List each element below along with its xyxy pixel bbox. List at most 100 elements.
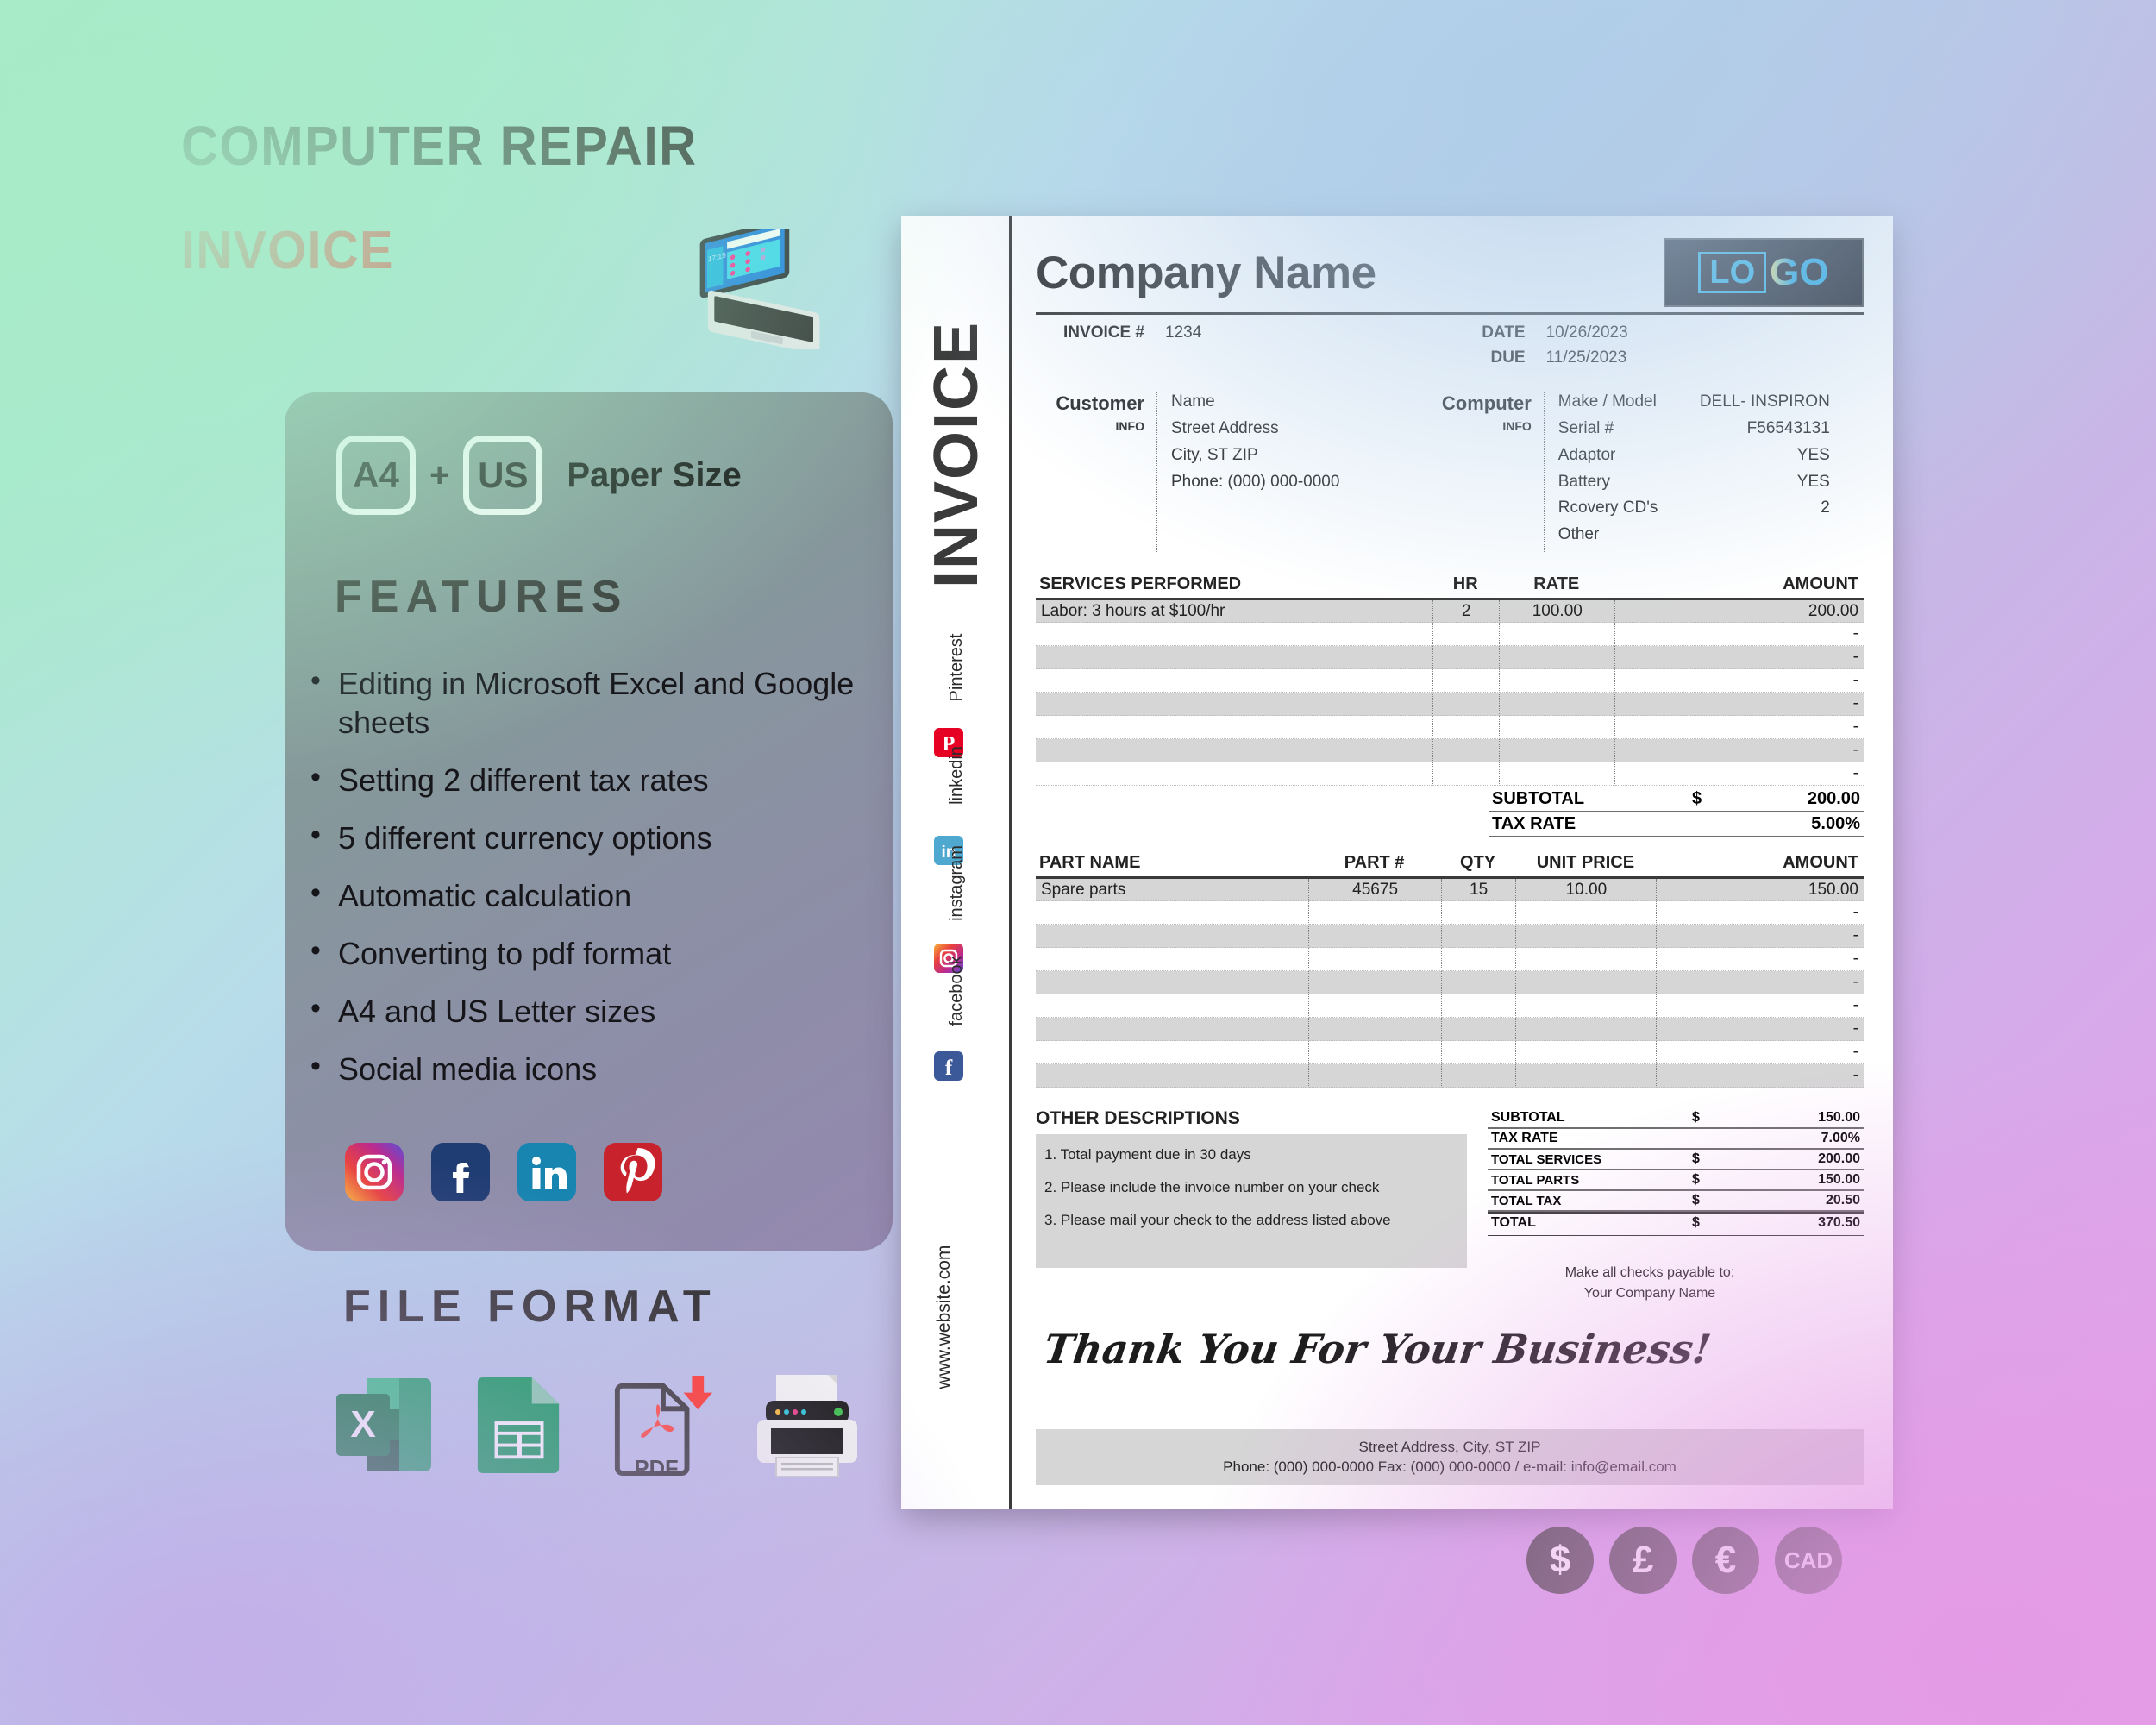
part-number bbox=[1308, 1017, 1442, 1042]
service-rate bbox=[1499, 692, 1616, 717]
header-divider bbox=[1036, 312, 1864, 315]
part-number bbox=[1308, 994, 1442, 1019]
service-amount: - bbox=[1614, 668, 1864, 693]
part-name: Spare parts bbox=[1036, 877, 1310, 902]
service-rate bbox=[1499, 738, 1616, 763]
features-list: Editing in Microsoft Excel and Google sh… bbox=[304, 662, 864, 1107]
grand-total-row: TOTAL $370.50 bbox=[1488, 1212, 1864, 1237]
invoice-footer: Street Address, City, ST ZIP Phone: (000… bbox=[1036, 1429, 1864, 1485]
sidebar-social-facebook[interactable]: facebook f bbox=[901, 956, 1012, 1095]
table-row: - bbox=[1036, 692, 1864, 717]
table-row: Spare parts 45675 15 10.00 150.00 bbox=[1036, 877, 1864, 902]
list-item: Converting to pdf format bbox=[304, 932, 864, 973]
service-hr bbox=[1432, 622, 1501, 647]
computer-key: Battery bbox=[1557, 472, 1610, 491]
table-row: - bbox=[1036, 947, 1864, 972]
part-number bbox=[1308, 900, 1442, 925]
total-row: TOTAL PARTS $150.00 bbox=[1488, 1170, 1864, 1192]
total-row: TAX RATE 7.00% bbox=[1488, 1129, 1864, 1151]
total-value: 370.50 bbox=[1818, 1215, 1860, 1231]
part-amount: - bbox=[1656, 924, 1864, 949]
sidebar-social-label: instagram bbox=[947, 845, 966, 921]
part-amount: - bbox=[1656, 994, 1864, 1019]
service-amount: - bbox=[1614, 715, 1864, 740]
part-amount: - bbox=[1656, 1017, 1864, 1042]
part-qty bbox=[1441, 970, 1517, 995]
total-row: TOTAL SERVICES $200.00 bbox=[1488, 1150, 1864, 1171]
svg-text:X: X bbox=[350, 1403, 375, 1446]
table-row: - bbox=[1036, 762, 1864, 787]
total-value: 7.00% bbox=[1821, 1131, 1860, 1146]
part-unit bbox=[1515, 1063, 1658, 1088]
service-hr: 2 bbox=[1432, 599, 1501, 624]
part-number: 45675 bbox=[1308, 877, 1442, 902]
total-row: SUBTOTAL $150.00 bbox=[1488, 1108, 1864, 1130]
service-rate bbox=[1499, 715, 1616, 740]
part-unit bbox=[1515, 900, 1658, 925]
services-subtotal-currency: $ bbox=[1692, 789, 1702, 809]
service-desc: Labor: 3 hours at $100/hr bbox=[1036, 599, 1434, 624]
facebook-icon[interactable] bbox=[431, 1143, 490, 1201]
service-rate bbox=[1499, 645, 1616, 670]
table-row: - bbox=[1036, 738, 1864, 763]
logo: LO GO bbox=[1664, 238, 1864, 307]
service-hr bbox=[1432, 692, 1501, 717]
total-row: TOTAL TAX $20.50 bbox=[1488, 1191, 1864, 1213]
part-name bbox=[1036, 994, 1310, 1019]
service-hr bbox=[1432, 715, 1501, 740]
part-amount: - bbox=[1656, 1063, 1864, 1088]
social-media-icons-row bbox=[345, 1143, 662, 1201]
invoice-due-row: DUE 11/25/2023 bbox=[1417, 348, 1864, 367]
part-number bbox=[1308, 970, 1442, 995]
total-label: TOTAL bbox=[1491, 1215, 1536, 1231]
total-label: TOTAL TAX bbox=[1491, 1193, 1562, 1208]
sidebar-social-label: Pinterest bbox=[947, 633, 966, 702]
service-desc bbox=[1036, 622, 1434, 647]
service-hr bbox=[1432, 645, 1501, 670]
thank-you-message: Thank You For Your Business! bbox=[1041, 1326, 1714, 1373]
sidebar-social-list: Pinterest P linkedin in instagram facebo… bbox=[901, 634, 1012, 1095]
part-amount: - bbox=[1656, 1040, 1864, 1065]
part-unit bbox=[1515, 1017, 1658, 1042]
service-amount: - bbox=[1614, 692, 1864, 717]
part-amount: 150.00 bbox=[1656, 877, 1864, 902]
sidebar-website[interactable]: www.website.com bbox=[927, 1216, 962, 1432]
invoice-date-value: 10/26/2023 bbox=[1545, 323, 1628, 342]
sidebar-social-label: facebook bbox=[947, 956, 966, 1026]
lower-section: OTHER DESCRIPTIONS 1. Total payment due … bbox=[1036, 1108, 1864, 1307]
computer-key: Serial # bbox=[1557, 418, 1614, 437]
paper-size-us: US bbox=[463, 436, 543, 515]
linkedin-icon[interactable] bbox=[517, 1143, 576, 1201]
part-number bbox=[1308, 924, 1442, 949]
service-hr bbox=[1432, 762, 1501, 787]
pinterest-icon[interactable] bbox=[604, 1143, 662, 1201]
col-services: SERVICES PERFORMED bbox=[1036, 574, 1433, 601]
service-rate: 100.00 bbox=[1499, 599, 1616, 624]
other-description-item: 3. Please mail your check to the address… bbox=[1044, 1212, 1391, 1229]
invoice-due-value: 11/25/2023 bbox=[1545, 348, 1627, 367]
promo-canvas: COMPUTER REPAIR INVOICE 17:15 A4 + US Pa… bbox=[0, 0, 2156, 1725]
table-row: - bbox=[1036, 1017, 1864, 1042]
computer-key: Other bbox=[1557, 525, 1600, 544]
invoice-document: INVOICE Pinterest P linkedin in instagra… bbox=[901, 216, 1893, 1509]
service-amount: - bbox=[1614, 738, 1864, 763]
part-number bbox=[1308, 947, 1442, 972]
customer-name: Name bbox=[1171, 392, 1215, 411]
other-descriptions-heading: OTHER DESCRIPTIONS bbox=[1036, 1108, 1240, 1129]
part-number bbox=[1308, 1063, 1442, 1088]
computer-info-subtitle: INFO bbox=[1502, 419, 1532, 433]
part-qty bbox=[1441, 1063, 1517, 1088]
computer-row: Rcovery CD's 2 bbox=[1558, 499, 1830, 518]
customer-info-subtitle: INFO bbox=[1115, 419, 1144, 433]
services-table: SERVICES PERFORMED HR RATE AMOUNT Labor:… bbox=[1036, 574, 1864, 787]
payable-note: Make all checks payable to: Your Company… bbox=[1488, 1265, 1812, 1302]
company-name: Company Name bbox=[1036, 248, 1376, 298]
part-unit bbox=[1515, 994, 1658, 1019]
services-taxrate-label: TAX RATE bbox=[1492, 814, 1576, 834]
col-rate: RATE bbox=[1499, 574, 1615, 601]
excel-icon: X bbox=[335, 1371, 434, 1479]
facebook-icon: f bbox=[934, 1051, 963, 1081]
instagram-icon[interactable] bbox=[345, 1143, 404, 1201]
service-desc bbox=[1036, 762, 1434, 787]
table-row: - bbox=[1036, 715, 1864, 740]
